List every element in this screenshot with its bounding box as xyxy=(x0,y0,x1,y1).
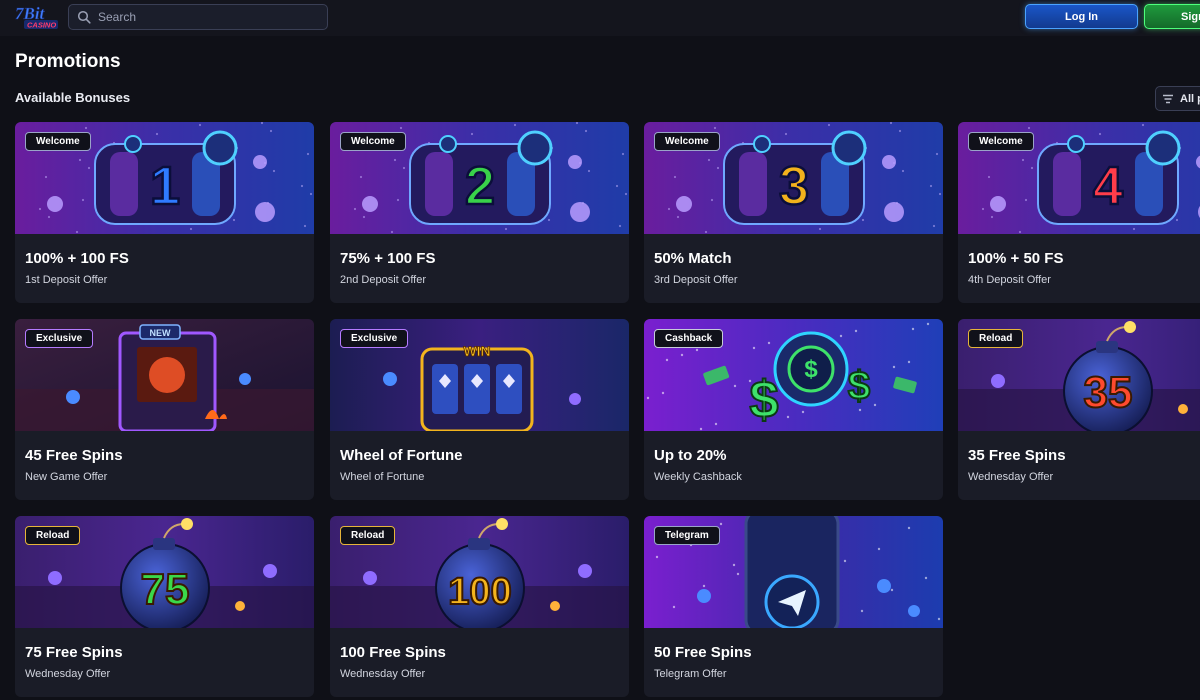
promotion-badge: Cashback xyxy=(654,329,724,348)
promotion-title: 100% + 50 FS xyxy=(968,250,1064,267)
search-box[interactable] xyxy=(68,4,328,30)
svg-text:$: $ xyxy=(848,364,870,408)
promotion-subtitle: 4th Deposit Offer xyxy=(968,274,1051,286)
promotion-card[interactable]: 2 Welcome 75% + 100 FS 2nd Deposit Offer xyxy=(330,122,629,303)
promotion-badge: Reload xyxy=(968,329,1024,348)
promotion-badge: Welcome xyxy=(340,132,406,151)
promotion-subtitle: Telegram Offer xyxy=(654,668,727,680)
svg-text:100: 100 xyxy=(448,571,511,613)
promotion-badge: Exclusive xyxy=(340,329,409,348)
promotion-title: 50% Match xyxy=(654,250,732,267)
filter-label: All promotions xyxy=(1180,92,1200,105)
promotion-card[interactable]: Telegram 50 Free Spins Telegram Offer xyxy=(644,516,943,697)
filter-icon xyxy=(1162,93,1174,105)
promotion-subtitle: 1st Deposit Offer xyxy=(25,274,108,286)
svg-text:4: 4 xyxy=(1093,156,1123,216)
search-input[interactable] xyxy=(98,10,298,24)
promotion-card[interactable]: 3 Welcome 50% Match 3rd Deposit Offer xyxy=(644,122,943,303)
promotion-title: 75% + 100 FS xyxy=(340,250,436,267)
promotion-card[interactable]: WIN Exclusive Wheel of Fortune Wheel of Fo… xyxy=(330,319,629,500)
promotion-subtitle: 3rd Deposit Offer xyxy=(654,274,738,286)
svg-text:WIN: WIN xyxy=(463,343,490,359)
promotion-title: 50 Free Spins xyxy=(654,644,752,661)
promotion-title: 45 Free Spins xyxy=(25,447,123,464)
promotion-title: 100% + 100 FS xyxy=(25,250,129,267)
promotion-subtitle: 2nd Deposit Offer xyxy=(340,274,427,286)
promotion-subtitle: Wednesday Offer xyxy=(968,471,1054,483)
promotion-subtitle: Weekly Cashback xyxy=(654,471,742,483)
svg-text:NEW: NEW xyxy=(150,328,172,338)
svg-text:3: 3 xyxy=(779,156,809,216)
promotion-card[interactable]: 35 Reload 35 Free Spins Wednesday Offer xyxy=(958,319,1200,500)
promotion-card[interactable]: 1 Welcome 100% + 100 FS 1st Deposit Offer xyxy=(15,122,314,303)
svg-text:CASINO: CASINO xyxy=(27,21,56,30)
promotion-title: 100 Free Spins xyxy=(340,644,446,661)
promotion-badge: Reload xyxy=(25,526,81,545)
promotion-title: Wheel of Fortune xyxy=(340,447,463,464)
signup-button[interactable]: Sign Up xyxy=(1144,4,1200,29)
promotion-badge: Welcome xyxy=(968,132,1034,151)
top-header: 7Bit CASINO Log In Sign Up xyxy=(0,0,1200,36)
svg-text:75: 75 xyxy=(141,565,190,614)
casino-logo[interactable]: 7Bit CASINO xyxy=(14,3,60,31)
promotion-subtitle: Wednesday Offer xyxy=(340,668,426,680)
promotion-badge: Welcome xyxy=(25,132,91,151)
promotion-card[interactable]: NEW Exclusive 45 Free Spins New Game Offer xyxy=(15,319,314,500)
promotion-subtitle: New Game Offer xyxy=(25,471,108,483)
promotion-badge: Exclusive xyxy=(25,329,94,348)
svg-text:35: 35 xyxy=(1084,368,1133,417)
section-title: Available Bonuses xyxy=(15,90,131,105)
promotion-badge: Welcome xyxy=(654,132,720,151)
promotion-card[interactable]: $ $ $ Cashback Up to 20% Weekly Cashback xyxy=(644,319,943,500)
svg-text:$: $ xyxy=(804,356,818,383)
svg-text:1: 1 xyxy=(150,156,180,216)
promotion-card[interactable]: 75 Reload 75 Free Spins Wednesday Offer xyxy=(15,516,314,697)
promotion-subtitle: Wednesday Offer xyxy=(25,668,111,680)
search-icon xyxy=(77,10,91,24)
promotion-badge: Reload xyxy=(340,526,396,545)
promotion-card[interactable]: 100 Reload 100 Free Spins Wednesday Offer xyxy=(330,516,629,697)
promotion-subtitle: Wheel of Fortune xyxy=(340,471,425,483)
promotion-title: 35 Free Spins xyxy=(968,447,1066,464)
login-button[interactable]: Log In xyxy=(1025,4,1138,29)
filter-dropdown[interactable]: All promotions xyxy=(1155,86,1200,111)
page-title: Promotions xyxy=(15,51,121,72)
svg-text:2: 2 xyxy=(465,156,495,216)
promotion-title: Up to 20% xyxy=(654,447,727,464)
promotion-card[interactable]: 4 Welcome 100% + 50 FS 4th Deposit Offer xyxy=(958,122,1200,303)
promotion-badge: Telegram xyxy=(654,526,720,545)
promotion-title: 75 Free Spins xyxy=(25,644,123,661)
svg-text:$: $ xyxy=(750,371,779,429)
